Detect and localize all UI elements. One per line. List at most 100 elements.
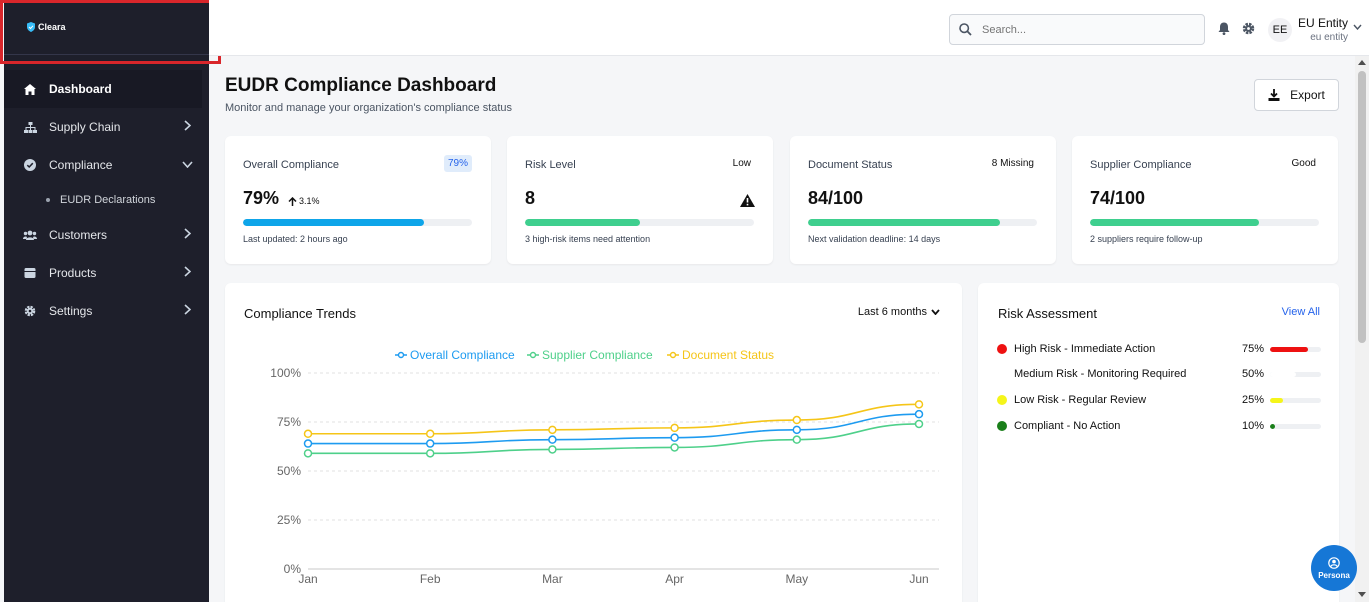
y-tick-label: 25% (277, 513, 301, 527)
user-name: EU Entity (1298, 16, 1349, 30)
card-label: Risk Level (525, 159, 576, 171)
sidebar-item-supply-chain[interactable]: Supply Chain (4, 108, 209, 146)
data-point (670, 433, 679, 442)
sidebar-item-label: Supply Chain (49, 120, 121, 134)
sidebar-item-settings[interactable]: Settings (4, 292, 209, 330)
card-value: 84/100 (808, 188, 864, 208)
risk-percent: 75% (1241, 343, 1264, 355)
data-point (303, 439, 313, 448)
legend-marker (397, 351, 405, 359)
sidebar-item-customers[interactable]: Customers (4, 216, 209, 254)
legend-marker (669, 351, 677, 359)
sidebar-item-label: Settings (49, 304, 93, 318)
scroll-up-icon[interactable] (1358, 60, 1366, 65)
export-button[interactable]: Export (1254, 79, 1339, 111)
chevron-right-icon (184, 266, 191, 277)
progress-bar (243, 219, 472, 226)
risk-bar (1270, 371, 1321, 377)
card-badge: 79% (443, 155, 472, 172)
status-dot (997, 395, 1007, 405)
data-point (914, 409, 924, 419)
chevron-right-icon (184, 228, 191, 239)
risk-bar-fill (1270, 346, 1309, 352)
y-tick-label: 75% (277, 415, 301, 429)
card-value: 74/100 (1090, 188, 1146, 208)
sidebar-subitem-eudr-declarations[interactable]: EUDR Declarations (4, 184, 209, 216)
series-line (308, 403, 920, 435)
data-point (792, 415, 802, 425)
risk-percent: 50% (1241, 368, 1264, 380)
scrollbar[interactable] (1355, 56, 1369, 602)
view-all-link[interactable]: View All (1282, 306, 1320, 318)
gear-icon[interactable] (1242, 22, 1255, 35)
sidebar: Cleara Dashboard Supply Chain Compliance (4, 0, 209, 602)
card-badge: Good (1291, 158, 1316, 169)
progress-fill (525, 219, 640, 226)
kpi-card-risk-level: Risk Level Low 8 3 high-risk items need … (507, 136, 773, 264)
sidebar-item-products[interactable]: Products (4, 254, 209, 292)
page-title: EUDR Compliance Dashboard (225, 75, 497, 96)
progress-bar (525, 219, 754, 226)
legend-label: Document Status (682, 348, 774, 362)
risk-bar-fill (1270, 423, 1276, 429)
arrow-up-icon (288, 196, 297, 206)
risk-percent: 25% (1241, 394, 1264, 406)
risk-label: Low Risk - Regular Review (1014, 394, 1147, 406)
sidebar-subitem-label: EUDR Declarations (60, 194, 156, 206)
persona-button[interactable]: Persona (1311, 545, 1357, 591)
search-box[interactable] (949, 14, 1205, 45)
bell-icon[interactable] (1218, 22, 1230, 35)
kpi-card-supplier-compliance: Supplier Compliance Good 74/100 2 suppli… (1072, 136, 1338, 264)
data-point (670, 423, 679, 433)
risk-row-medium: Medium Risk - Monitoring Required 50% (997, 364, 1321, 384)
progress-bar (1090, 219, 1319, 226)
card-badge: 8 Missing (991, 158, 1034, 169)
scrollbar-thumb[interactable] (1358, 71, 1366, 343)
chevron-down-icon[interactable] (1353, 24, 1362, 30)
user-menu[interactable]: EU Entity eu entity (1298, 16, 1348, 43)
data-point (548, 445, 557, 454)
card-value: 8 (525, 188, 536, 208)
brand-logo[interactable]: Cleara (26, 22, 66, 32)
status-dot (997, 421, 1007, 431)
download-icon (1268, 89, 1280, 101)
users-icon (23, 228, 37, 242)
card-label: Overall Compliance (243, 159, 339, 171)
avatar[interactable]: EE (1268, 18, 1292, 42)
progress-fill (1090, 219, 1260, 226)
risk-row-compliant: Compliant - No Action 10% (997, 416, 1321, 436)
risk-bar (1270, 346, 1321, 352)
card-value: 79% (243, 188, 280, 208)
y-tick-label: 50% (277, 464, 301, 478)
x-tick-label: Apr (665, 572, 684, 586)
export-label: Export (1290, 88, 1325, 102)
risk-assessment-panel: Risk Assessment View All High Risk - Imm… (978, 283, 1339, 602)
search-input[interactable] (982, 23, 1182, 36)
chevron-down-icon (182, 161, 193, 168)
legend-marker (529, 351, 537, 359)
data-point (792, 435, 802, 444)
scroll-down-icon[interactable] (1358, 592, 1366, 597)
sidebar-item-dashboard[interactable]: Dashboard (4, 70, 202, 108)
topbar: EE EU Entity eu entity (209, 0, 1369, 56)
sidebar-item-compliance[interactable]: Compliance (4, 146, 209, 184)
sidebar-item-label: Dashboard (49, 82, 112, 96)
risk-bar (1270, 423, 1321, 429)
progress-fill (243, 219, 424, 226)
status-dot (997, 344, 1007, 354)
chevron-right-icon (184, 304, 191, 315)
risk-bar (1270, 397, 1321, 403)
brand-name: Cleara (38, 22, 66, 32)
risk-bar-fill (1270, 397, 1283, 403)
risk-row-high: High Risk - Immediate Action 75% (997, 339, 1321, 359)
trend-value: 3.1% (299, 196, 320, 206)
sitemap-icon (23, 120, 37, 134)
risk-label: Compliant - No Action (1014, 420, 1121, 432)
brand: Cleara (4, 0, 209, 55)
bullet-icon (46, 198, 50, 202)
card-note: 3 high-risk items need attention (525, 234, 651, 244)
x-tick-label: Jun (909, 572, 928, 586)
risk-bar-fill (1270, 371, 1296, 377)
data-point (303, 449, 313, 458)
user-role: eu entity (1310, 32, 1349, 43)
